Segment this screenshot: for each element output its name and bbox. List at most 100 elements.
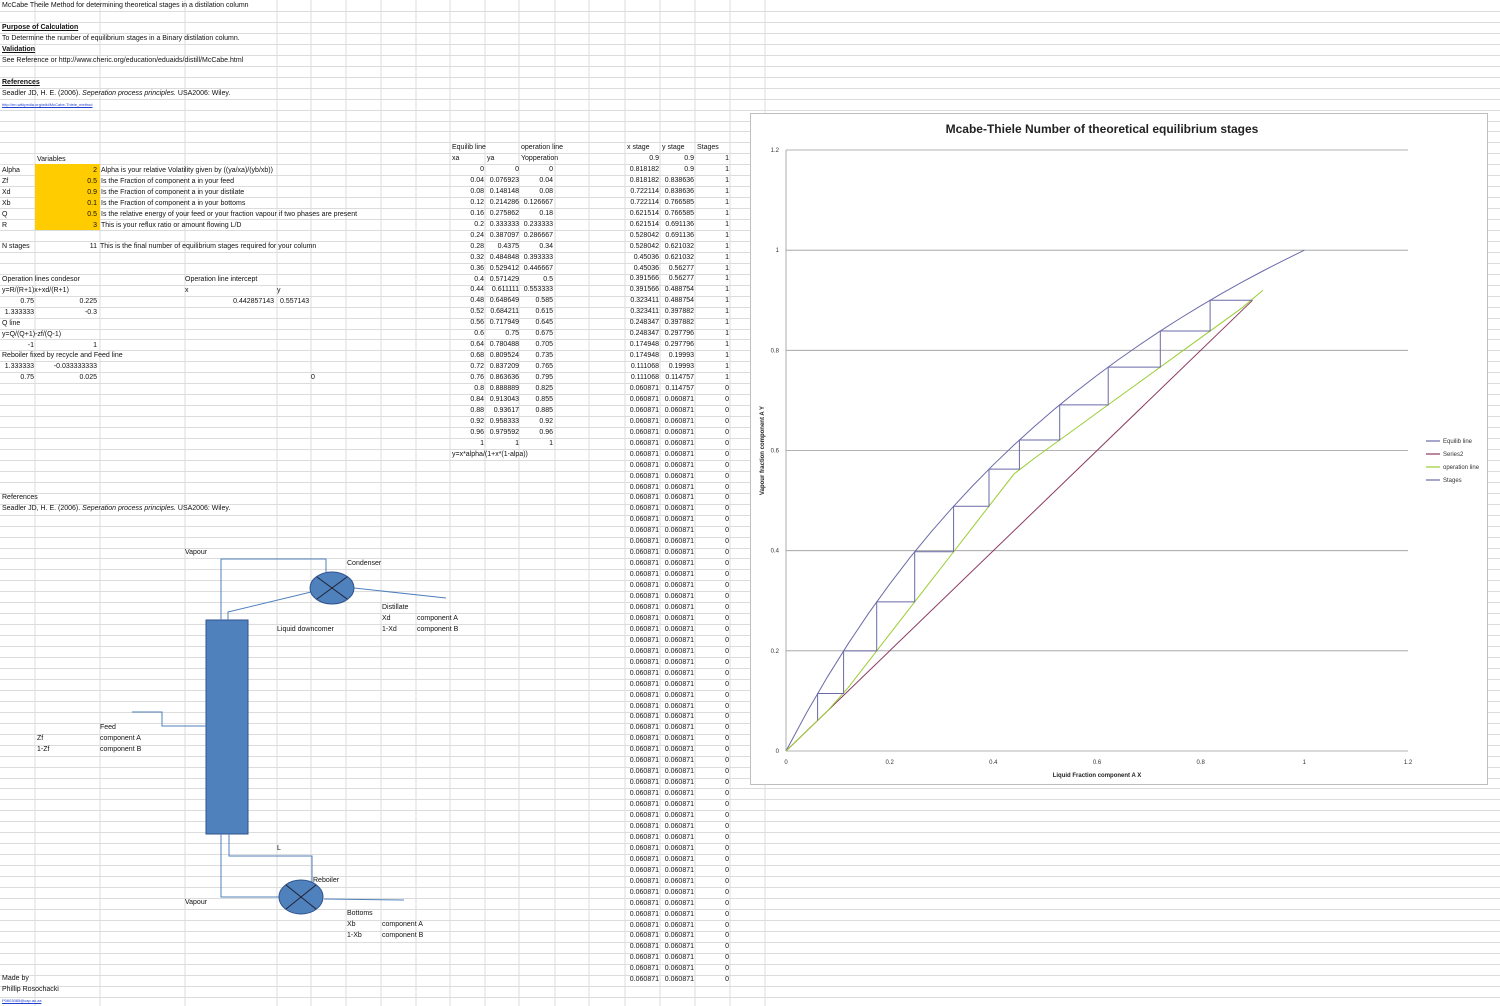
stage-cell[interactable]: 0.060871: [660, 953, 694, 963]
equilib-cell[interactable]: 0.04: [521, 176, 553, 186]
equilib-cell[interactable]: 0.275862: [487, 209, 519, 219]
stage-cell[interactable]: 0.114757: [660, 384, 694, 394]
stage-cell[interactable]: 0.818182: [625, 165, 659, 175]
equilib-cell[interactable]: 0.148148: [487, 187, 519, 197]
stage-cell[interactable]: 1: [695, 154, 729, 164]
condenser-icon[interactable]: [309, 571, 355, 605]
stage-cell[interactable]: 0.488754: [660, 296, 694, 306]
stage-cell[interactable]: 1: [695, 340, 729, 350]
stage-cell[interactable]: 0.060871: [660, 691, 694, 701]
stage-cell[interactable]: 0.060871: [660, 855, 694, 865]
equilib-cell[interactable]: 0.837209: [487, 362, 519, 372]
equilib-cell[interactable]: 0.888889: [487, 384, 519, 394]
stage-cell[interactable]: 0.56277: [660, 264, 694, 274]
stage-cell[interactable]: 0: [695, 625, 729, 635]
variable-value-input[interactable]: 0.5: [40, 177, 97, 187]
stage-cell[interactable]: 0.060871: [625, 384, 659, 394]
stage-cell[interactable]: 1: [695, 231, 729, 241]
stage-cell[interactable]: 0: [695, 614, 729, 624]
equilib-cell[interactable]: 0.233333: [521, 220, 553, 230]
stage-cell[interactable]: 0.9: [625, 154, 659, 164]
opline-r1-b[interactable]: 0.225: [40, 297, 97, 307]
stage-cell[interactable]: 0.060871: [660, 515, 694, 525]
stage-cell[interactable]: 0.060871: [660, 702, 694, 712]
stage-cell[interactable]: 0: [695, 461, 729, 471]
equilib-cell[interactable]: 0.286667: [521, 231, 553, 241]
stage-cell[interactable]: 0.060871: [660, 417, 694, 427]
equilib-cell[interactable]: 0.855: [521, 395, 553, 405]
equilib-cell[interactable]: 0.780488: [487, 340, 519, 350]
stage-cell[interactable]: 0.060871: [625, 899, 659, 909]
stage-cell[interactable]: 0.060871: [660, 625, 694, 635]
stage-cell[interactable]: 0: [695, 647, 729, 657]
equilib-cell[interactable]: 0.126667: [521, 198, 553, 208]
stage-cell[interactable]: 0.060871: [625, 931, 659, 941]
stage-cell[interactable]: 0.060871: [625, 439, 659, 449]
nstages-value[interactable]: 11: [40, 242, 97, 252]
equilib-cell[interactable]: 0.32: [452, 253, 484, 263]
stage-cell[interactable]: 0.060871: [625, 450, 659, 460]
stage-cell[interactable]: 0.060871: [660, 931, 694, 941]
stage-cell[interactable]: 0: [695, 691, 729, 701]
equilib-cell[interactable]: 0: [487, 165, 519, 175]
stage-cell[interactable]: 0: [695, 833, 729, 843]
stage-cell[interactable]: 0: [695, 910, 729, 920]
stage-cell[interactable]: 0.621514: [625, 220, 659, 230]
equilib-cell[interactable]: 0.765: [521, 362, 553, 372]
equilib-cell[interactable]: 0.76: [452, 373, 484, 383]
equilib-cell[interactable]: 0.52: [452, 307, 484, 317]
stage-cell[interactable]: 0: [695, 745, 729, 755]
stage-cell[interactable]: 0.060871: [625, 712, 659, 722]
stage-cell[interactable]: 0: [695, 669, 729, 679]
stage-cell[interactable]: 0.060871: [660, 734, 694, 744]
stage-cell[interactable]: 1: [695, 296, 729, 306]
stage-cell[interactable]: 0.060871: [625, 822, 659, 832]
stage-cell[interactable]: 0.060871: [625, 789, 659, 799]
equilib-cell[interactable]: 0.863636: [487, 373, 519, 383]
legend-entry[interactable]: Series2: [1443, 452, 1464, 458]
stage-cell[interactable]: 0.060871: [660, 723, 694, 733]
equilib-cell[interactable]: 0.387097: [487, 231, 519, 241]
stage-cell[interactable]: 0.060871: [625, 581, 659, 591]
equilib-cell[interactable]: 0.645: [521, 318, 553, 328]
equilib-cell[interactable]: 0.16: [452, 209, 484, 219]
stage-cell[interactable]: 0.060871: [660, 964, 694, 974]
opline-r1-a[interactable]: 0.75: [2, 297, 34, 307]
stage-cell[interactable]: 0.060871: [625, 734, 659, 744]
stage-cell[interactable]: 0.060871: [625, 592, 659, 602]
equilib-cell[interactable]: 0.393333: [521, 253, 553, 263]
stage-cell[interactable]: 0.45036: [625, 264, 659, 274]
stage-cell[interactable]: 0: [695, 439, 729, 449]
equilib-cell[interactable]: 0.333333: [487, 220, 519, 230]
stage-cell[interactable]: 0: [695, 603, 729, 613]
stage-cell[interactable]: 0.397882: [660, 318, 694, 328]
stage-cell[interactable]: 0.9: [660, 154, 694, 164]
stage-cell[interactable]: 0.060871: [625, 636, 659, 646]
stage-cell[interactable]: 0.722114: [625, 198, 659, 208]
stage-cell[interactable]: 0: [695, 921, 729, 931]
stage-cell[interactable]: 0.060871: [625, 515, 659, 525]
stage-cell[interactable]: 0: [695, 888, 729, 898]
stage-cell[interactable]: 0.060871: [660, 680, 694, 690]
equilib-cell[interactable]: 0.12: [452, 198, 484, 208]
stage-cell[interactable]: 0.111068: [625, 373, 659, 383]
equilib-cell[interactable]: 0.705: [521, 340, 553, 350]
variable-value-input[interactable]: 0.5: [40, 210, 97, 220]
stage-cell[interactable]: 0.621514: [625, 209, 659, 219]
stage-cell[interactable]: 0.060871: [660, 910, 694, 920]
stage-cell[interactable]: 0.060871: [660, 636, 694, 646]
stage-cell[interactable]: 1: [695, 253, 729, 263]
equilib-cell[interactable]: 0.04: [452, 176, 484, 186]
stage-cell[interactable]: 0.060871: [625, 921, 659, 931]
equilib-cell[interactable]: 0.96: [521, 428, 553, 438]
stage-cell[interactable]: 0.060871: [625, 767, 659, 777]
stage-cell[interactable]: 1: [695, 264, 729, 274]
stage-cell[interactable]: 1: [695, 318, 729, 328]
stage-cell[interactable]: 0.060871: [660, 614, 694, 624]
stage-cell[interactable]: 0: [695, 592, 729, 602]
mccabe-thiele-chart[interactable]: Mcabe-Thiele Number of theoretical equil…: [750, 113, 1488, 785]
equilib-cell[interactable]: 0.484848: [487, 253, 519, 263]
equilib-cell[interactable]: 0.958333: [487, 417, 519, 427]
stage-cell[interactable]: 0.060871: [625, 888, 659, 898]
stage-cell[interactable]: 0.691136: [660, 220, 694, 230]
